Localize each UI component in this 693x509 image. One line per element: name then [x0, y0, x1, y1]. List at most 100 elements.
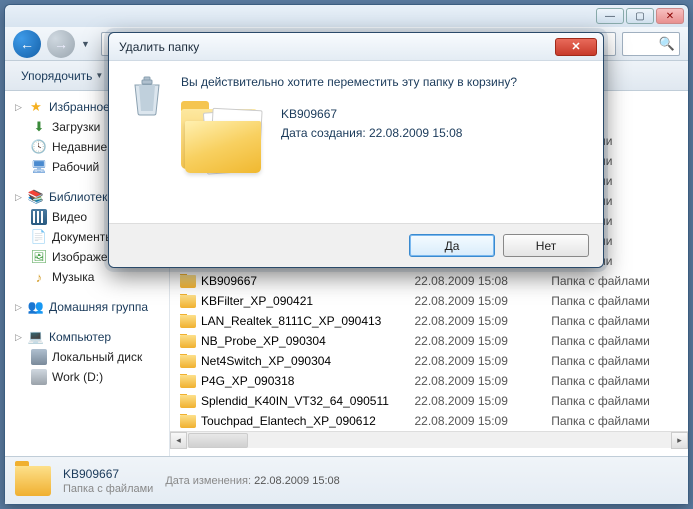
dialog-close-button[interactable]: ✕	[555, 38, 597, 56]
back-button[interactable]: ←	[13, 30, 41, 58]
scroll-thumb[interactable]	[188, 433, 248, 448]
sidebar-label: Компьютер	[49, 330, 111, 344]
scroll-right-button[interactable]: ▸	[671, 432, 688, 449]
dialog-title: Удалить папку	[119, 40, 555, 54]
folder-icon	[180, 375, 196, 388]
desktop-icon: 🖥	[31, 159, 47, 175]
sidebar-label: Work (D:)	[52, 370, 103, 384]
statusbar: KB909667 Папка с файлами Дата изменения:…	[5, 456, 688, 504]
file-date: 22.08.2009 15:09	[414, 334, 551, 348]
sidebar-homegroup[interactable]: ▷ 👥 Домашняя группа	[5, 297, 169, 317]
folder-icon	[180, 275, 196, 288]
chevron-down-icon: ▼	[95, 71, 103, 80]
close-button[interactable]: ✕	[656, 8, 684, 24]
star-icon: ★	[28, 99, 44, 115]
document-icon: 📄	[31, 229, 47, 245]
created-value: 22.08.2009 15:08	[369, 126, 462, 140]
folder-icon	[180, 315, 196, 328]
search-icon: 🔍	[659, 36, 675, 52]
folder-preview-icon	[181, 101, 267, 177]
file-date: 22.08.2009 15:09	[414, 394, 551, 408]
computer-icon: 💻	[28, 329, 44, 345]
file-row[interactable]: P4G_XP_090318 22.08.2009 15:09Папка с фай…	[170, 371, 688, 391]
scroll-left-button[interactable]: ◂	[170, 432, 187, 449]
dialog-buttons: Да Нет	[109, 223, 603, 267]
yes-button[interactable]: Да	[409, 234, 495, 257]
search-box[interactable]: 🔍	[622, 32, 680, 56]
no-button[interactable]: Нет	[503, 234, 589, 257]
file-name: Net4Switch_XP_090304	[201, 354, 331, 368]
dialog-item-name: KB909667	[281, 105, 462, 124]
file-date: 22.08.2009 15:09	[414, 414, 551, 428]
file-name: P4G_XP_090318	[201, 374, 294, 388]
disk-icon	[31, 349, 47, 365]
sidebar-label: Документы	[52, 230, 114, 244]
file-date: 22.08.2009 15:09	[414, 294, 551, 308]
pictures-icon: 🖼	[31, 249, 47, 265]
file-row[interactable]: KBFilter_XP_09042122.08.2009 15:09Папка …	[170, 291, 688, 311]
sidebar-localdisk[interactable]: Локальный диск	[5, 347, 169, 367]
file-row[interactable]: Touchpad_Elantech_XP_090612 22.08.2009 15…	[170, 411, 688, 431]
file-date: 22.08.2009 15:09	[414, 374, 551, 388]
sidebar-label: Локальный диск	[52, 350, 142, 364]
sidebar-label: Музыка	[52, 270, 94, 284]
file-row[interactable]: Net4Switch_XP_090304 22.08.2009 15:09Папк…	[170, 351, 688, 371]
libraries-icon: 📚	[28, 189, 44, 205]
organize-button[interactable]: Упорядочить ▼	[13, 66, 111, 86]
expand-icon: ▷	[15, 302, 23, 313]
dialog-body: Вы действительно хотите переместить эту …	[109, 61, 603, 223]
sidebar-label: Рабочий	[52, 160, 99, 174]
sidebar-computer[interactable]: ▷ 💻 Компьютер	[5, 327, 169, 347]
file-name: LAN_Realtek_8111C_XP_090413	[201, 314, 381, 328]
nav-history-dropdown[interactable]: ▼	[81, 39, 95, 49]
sidebar-label: Загрузки	[52, 120, 100, 134]
folder-icon	[180, 395, 196, 408]
folder-icon	[180, 355, 196, 368]
meta-label: Дата изменения:	[165, 475, 251, 487]
sidebar-workd[interactable]: Work (D:)	[5, 367, 169, 387]
folder-icon	[180, 295, 196, 308]
forward-button[interactable]: →	[47, 30, 75, 58]
file-type: Папка с файлами	[551, 394, 688, 408]
homegroup-icon: 👥	[28, 299, 44, 315]
file-type: Папка с файлами	[551, 274, 688, 288]
file-type: Папка с файлами	[551, 334, 688, 348]
sidebar-music[interactable]: ♪ Музыка	[5, 267, 169, 287]
expand-icon: ▷	[15, 192, 23, 203]
sidebar-label: Библиотеки	[49, 190, 114, 204]
folder-icon	[180, 415, 196, 428]
file-row[interactable]: Splendid_K40IN_VT32_64_090511 22.08.2009 …	[170, 391, 688, 411]
horizontal-scrollbar[interactable]: ◂ ▸	[170, 431, 688, 448]
recycle-bin-icon	[129, 75, 165, 117]
created-label: Дата создания:	[281, 126, 366, 140]
organize-label: Упорядочить	[21, 69, 92, 83]
download-icon: ⬇	[31, 119, 47, 135]
status-name: KB909667	[63, 467, 153, 481]
file-row[interactable]: KB90966722.08.2009 15:08Папка с файлами	[170, 271, 688, 291]
file-name: Touchpad_Elantech_XP_090612	[201, 414, 376, 428]
file-name: KBFilter_XP_090421	[201, 294, 313, 308]
minimize-button[interactable]: —	[596, 8, 624, 24]
sidebar-label: Недавние	[52, 140, 107, 154]
file-type: Папка с файлами	[551, 314, 688, 328]
delete-folder-dialog: Удалить папку ✕ Вы действительно хотите …	[108, 32, 604, 268]
file-name: NB_Probe_XP_090304	[201, 334, 326, 348]
titlebar: — ▢ ✕	[5, 5, 688, 27]
file-row[interactable]: NB_Probe_XP_090304 22.08.2009 15:09Папка …	[170, 331, 688, 351]
meta-value: 22.08.2009 15:08	[254, 475, 340, 487]
dialog-question: Вы действительно хотите переместить эту …	[181, 75, 587, 89]
disk-icon	[31, 369, 47, 385]
clock-icon: 🕓	[31, 139, 47, 155]
expand-icon: ▷	[15, 332, 23, 343]
folder-icon	[180, 335, 196, 348]
sidebar-label: Видео	[52, 210, 87, 224]
file-name: Splendid_K40IN_VT32_64_090511	[201, 394, 389, 408]
file-row[interactable]: LAN_Realtek_8111C_XP_09041322.08.2009 15…	[170, 311, 688, 331]
maximize-button[interactable]: ▢	[626, 8, 654, 24]
file-type: Папка с файлами	[551, 354, 688, 368]
file-date: 22.08.2009 15:09	[414, 354, 551, 368]
music-icon: ♪	[31, 269, 47, 285]
expand-icon: ▷	[15, 102, 23, 113]
status-type: Папка с файлами	[63, 483, 153, 495]
file-type: Папка с файлами	[551, 374, 688, 388]
